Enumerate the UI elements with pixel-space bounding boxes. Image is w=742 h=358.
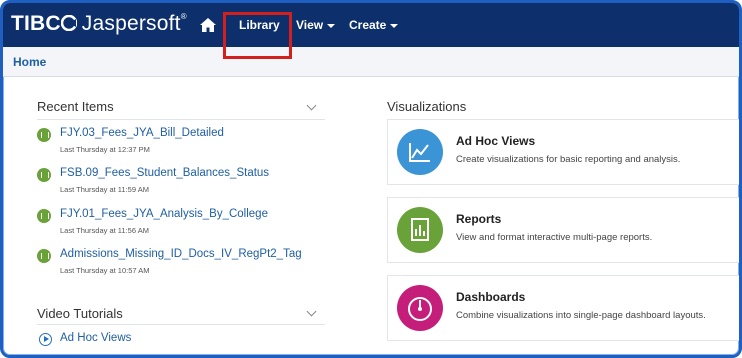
- breadcrumb-bar: Home: [3, 47, 739, 77]
- recent-item-title[interactable]: FJY.03_Fees_JYA_Bill_Detailed: [60, 127, 224, 139]
- line-chart-glyph: [409, 143, 430, 162]
- recent-item-time: Last Thursday at 12:37 PM: [60, 145, 150, 154]
- report-icon: [397, 207, 443, 253]
- top-nav-bar: TIBC Jaspersoft® Library View Create: [3, 3, 739, 47]
- viz-card-dashboards[interactable]: Dashboards Combine visualizations into s…: [387, 275, 739, 341]
- app-window: TIBC Jaspersoft® Library View Create Home…: [0, 0, 742, 358]
- logo-product-name: Jaspersoft: [81, 12, 181, 35]
- recent-item-time: Last Thursday at 11:59 AM: [60, 185, 149, 194]
- logo-text: TIBC: [11, 12, 61, 35]
- video-tutorial-item[interactable]: Ad Hoc Views: [39, 332, 239, 348]
- report-glyph: [411, 218, 429, 241]
- gauge-glyph: [408, 297, 432, 321]
- viz-card-title: Dashboards: [456, 290, 526, 304]
- section-divider: [37, 119, 325, 120]
- gauge-icon: [397, 285, 443, 331]
- trademark-symbol: ®: [180, 12, 187, 21]
- report-icon: [37, 209, 51, 223]
- home-icon[interactable]: [199, 17, 217, 33]
- recent-item[interactable]: FJY.01_Fees_JYA_Analysis_By_College Last…: [37, 208, 317, 242]
- viz-card-title: Reports: [456, 212, 502, 226]
- recent-item-title[interactable]: Admissions_Missing_ID_Docs_IV_RegPt2_Tag: [60, 248, 302, 260]
- recent-item[interactable]: FJY.03_Fees_JYA_Bill_Detailed Last Thurs…: [37, 127, 317, 161]
- section-divider: [37, 324, 325, 325]
- report-icon: [37, 249, 51, 263]
- viz-card-adhoc-views[interactable]: Ad Hoc Views Create visualizations for b…: [387, 119, 739, 185]
- highlight-annotation: [223, 12, 292, 59]
- chevron-down-icon[interactable]: [306, 306, 317, 317]
- chevron-down-icon[interactable]: [306, 100, 317, 111]
- recent-item-title[interactable]: FSB.09_Fees_Student_Balances_Status: [60, 167, 269, 179]
- nav-view-menu[interactable]: View: [296, 3, 336, 47]
- jaspersoft-logo[interactable]: TIBC Jaspersoft®: [11, 12, 187, 36]
- viz-card-description: Combine visualizations into single-page …: [456, 310, 706, 321]
- caret-down-icon: [327, 23, 336, 28]
- report-icon: [37, 128, 51, 142]
- play-icon: [39, 333, 52, 346]
- viz-card-reports[interactable]: Reports View and format interactive mult…: [387, 197, 739, 263]
- viz-card-description: Create visualizations for basic reportin…: [456, 154, 681, 165]
- recent-item-time: Last Thursday at 10:57 AM: [60, 266, 150, 275]
- nav-view-label: View: [296, 18, 324, 32]
- video-tutorials-heading: Video Tutorials: [37, 306, 123, 321]
- line-chart-icon: [397, 129, 443, 175]
- recent-item-title[interactable]: FJY.01_Fees_JYA_Analysis_By_College: [60, 208, 268, 220]
- report-icon: [37, 168, 51, 182]
- nav-create-menu[interactable]: Create: [349, 3, 399, 47]
- caret-down-icon: [390, 23, 399, 28]
- viz-card-title: Ad Hoc Views: [456, 134, 536, 148]
- tibco-o-icon: [60, 14, 78, 32]
- breadcrumb-home[interactable]: Home: [13, 55, 46, 69]
- recent-item[interactable]: Admissions_Missing_ID_Docs_IV_RegPt2_Tag…: [37, 248, 317, 282]
- nav-create-label: Create: [349, 18, 387, 32]
- video-tutorial-label[interactable]: Ad Hoc Views: [60, 332, 131, 344]
- recent-item-time: Last Thursday at 11:56 AM: [60, 226, 149, 235]
- recent-items-heading: Recent Items: [37, 99, 114, 114]
- viz-card-description: View and format interactive multi-page r…: [456, 232, 653, 243]
- visualizations-heading: Visualizations: [387, 99, 467, 114]
- recent-item[interactable]: FSB.09_Fees_Student_Balances_Status Last…: [37, 167, 317, 201]
